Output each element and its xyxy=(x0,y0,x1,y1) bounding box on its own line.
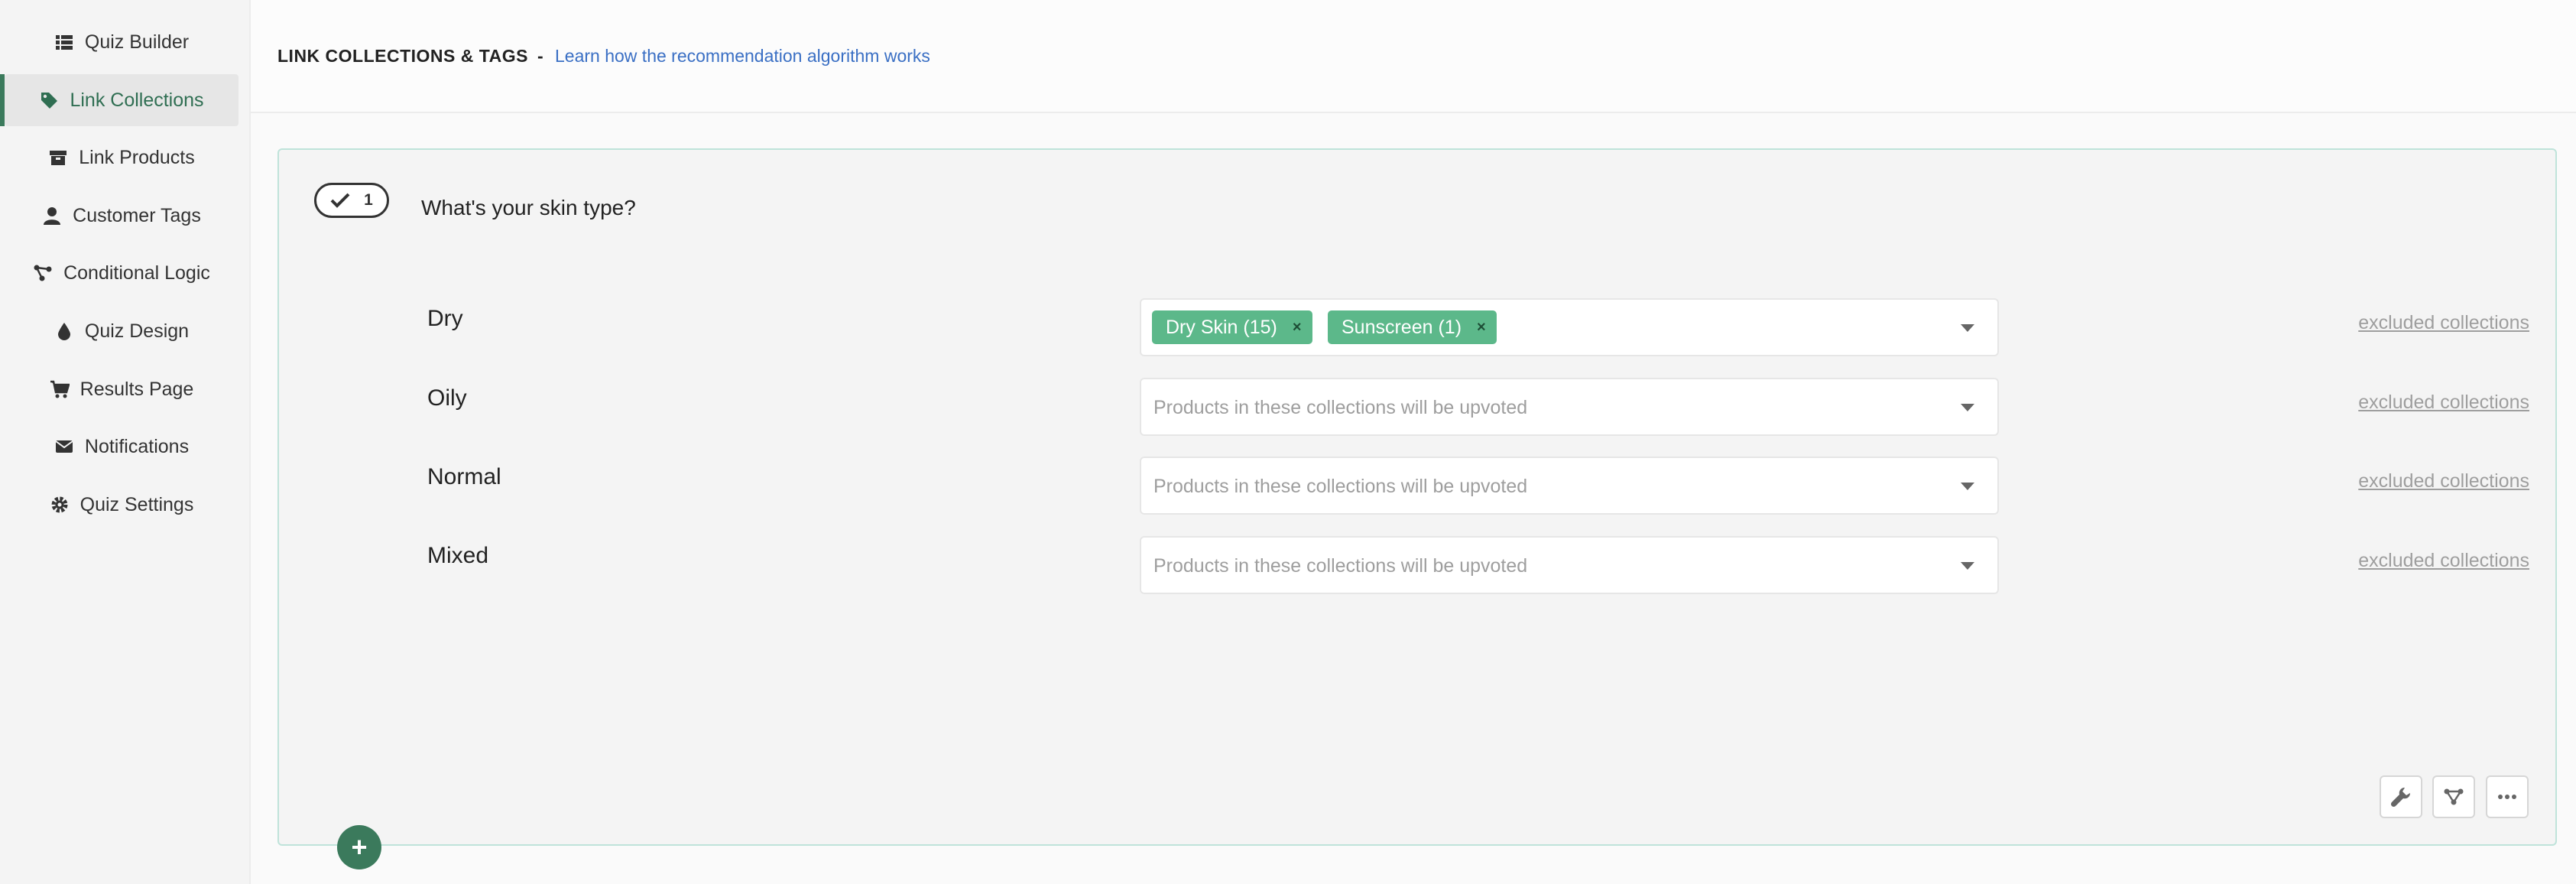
excluded-collections-link-mixed[interactable]: excluded collections xyxy=(2358,550,2529,572)
collections-select-dry[interactable]: Dry Skin (15) × Sunscreen (1) × xyxy=(1140,298,1999,356)
sidebar-item-conditional-logic[interactable]: Conditional Logic xyxy=(5,247,238,299)
answer-label-normal: Normal xyxy=(427,464,501,489)
sidebar-item-label: Link Collections xyxy=(70,89,204,111)
chevron-down-icon[interactable] xyxy=(1961,483,1974,490)
branch-icon xyxy=(2444,788,2464,805)
tag-remove-icon[interactable]: × xyxy=(1293,319,1302,336)
more-options-button[interactable] xyxy=(2486,775,2529,818)
sidebar-item-quiz-settings[interactable]: Quiz Settings xyxy=(5,479,238,531)
excluded-collections-link-oily[interactable]: excluded collections xyxy=(2358,392,2529,414)
tag-icon xyxy=(39,90,59,110)
select-placeholder: Products in these collections will be up… xyxy=(1153,476,1528,497)
question-number: 1 xyxy=(364,191,373,209)
collection-tag: Sunscreen (1) × xyxy=(1328,310,1497,344)
more-icon xyxy=(2498,795,2516,799)
collections-select-oily[interactable]: Products in these collections will be up… xyxy=(1140,378,1999,436)
sidebar-item-customer-tags[interactable]: Customer Tags xyxy=(5,190,238,242)
chevron-down-icon[interactable] xyxy=(1961,404,1974,411)
sidebar-item-notifications[interactable]: Notifications xyxy=(5,421,238,473)
answer-label-mixed: Mixed xyxy=(427,543,489,568)
cart-icon xyxy=(50,379,70,399)
branch-icon xyxy=(33,263,53,283)
select-placeholder: Products in these collections will be up… xyxy=(1153,397,1528,418)
wrench-icon xyxy=(2390,787,2411,808)
check-icon xyxy=(330,193,350,208)
user-icon xyxy=(42,206,62,226)
sidebar-item-link-collections[interactable]: Link Collections xyxy=(0,74,238,126)
chevron-down-icon[interactable] xyxy=(1961,324,1974,332)
box-icon xyxy=(48,148,68,167)
page-title: LINK COLLECTIONS & TAGS xyxy=(277,46,528,66)
sidebar-item-label: Customer Tags xyxy=(73,204,201,226)
sidebar-item-label: Quiz Builder xyxy=(84,31,190,53)
question-badge[interactable]: 1 xyxy=(314,183,389,218)
collection-tag-label: Sunscreen (1) xyxy=(1342,316,1462,338)
sidebar-item-results-page[interactable]: Results Page xyxy=(5,363,238,415)
sidebar: Quiz Builder Link Collections Link Produ… xyxy=(0,0,251,884)
question-card: 1 What's your skin type? Dry Dry Skin (1… xyxy=(277,148,2557,846)
question-text: What's your skin type? xyxy=(421,196,636,219)
sidebar-item-link-products[interactable]: Link Products xyxy=(5,132,238,184)
sidebar-item-quiz-builder[interactable]: Quiz Builder xyxy=(5,16,238,68)
main-content: LINK COLLECTIONS & TAGS - Learn how the … xyxy=(251,0,2576,884)
chevron-down-icon[interactable] xyxy=(1961,562,1974,570)
tag-remove-icon[interactable]: × xyxy=(1477,319,1486,336)
collection-tag: Dry Skin (15) × xyxy=(1152,310,1312,344)
sidebar-item-label: Notifications xyxy=(84,435,190,457)
settings-button[interactable] xyxy=(2380,775,2422,818)
excluded-collections-link-normal[interactable]: excluded collections xyxy=(2358,470,2529,492)
answer-label-oily: Oily xyxy=(427,385,467,411)
collections-select-normal[interactable]: Products in these collections will be up… xyxy=(1140,457,1999,515)
select-placeholder: Products in these collections will be up… xyxy=(1153,555,1528,577)
envelope-icon xyxy=(54,437,74,457)
collections-select-mixed[interactable]: Products in these collections will be up… xyxy=(1140,536,1999,594)
list-icon xyxy=(54,32,74,52)
sidebar-item-label: Quiz Design xyxy=(84,320,190,342)
gear-icon xyxy=(50,495,70,515)
sidebar-item-label: Quiz Settings xyxy=(79,493,194,515)
excluded-collections-link-dry[interactable]: excluded collections xyxy=(2358,312,2529,334)
droplet-icon xyxy=(54,321,74,341)
collection-tag-label: Dry Skin (15) xyxy=(1166,316,1277,338)
logic-button[interactable] xyxy=(2432,775,2475,818)
sidebar-item-quiz-design[interactable]: Quiz Design xyxy=(5,305,238,357)
page-header: LINK COLLECTIONS & TAGS - Learn how the … xyxy=(251,0,2576,113)
sidebar-item-label: Results Page xyxy=(79,378,194,400)
answer-label-dry: Dry xyxy=(427,306,463,331)
help-link[interactable]: Learn how the recommendation algorithm w… xyxy=(555,46,930,67)
add-question-button[interactable]: + xyxy=(337,825,381,869)
sidebar-item-label: Conditional Logic xyxy=(63,262,210,284)
title-separator: - xyxy=(537,46,543,66)
sidebar-item-label: Link Products xyxy=(79,146,195,168)
